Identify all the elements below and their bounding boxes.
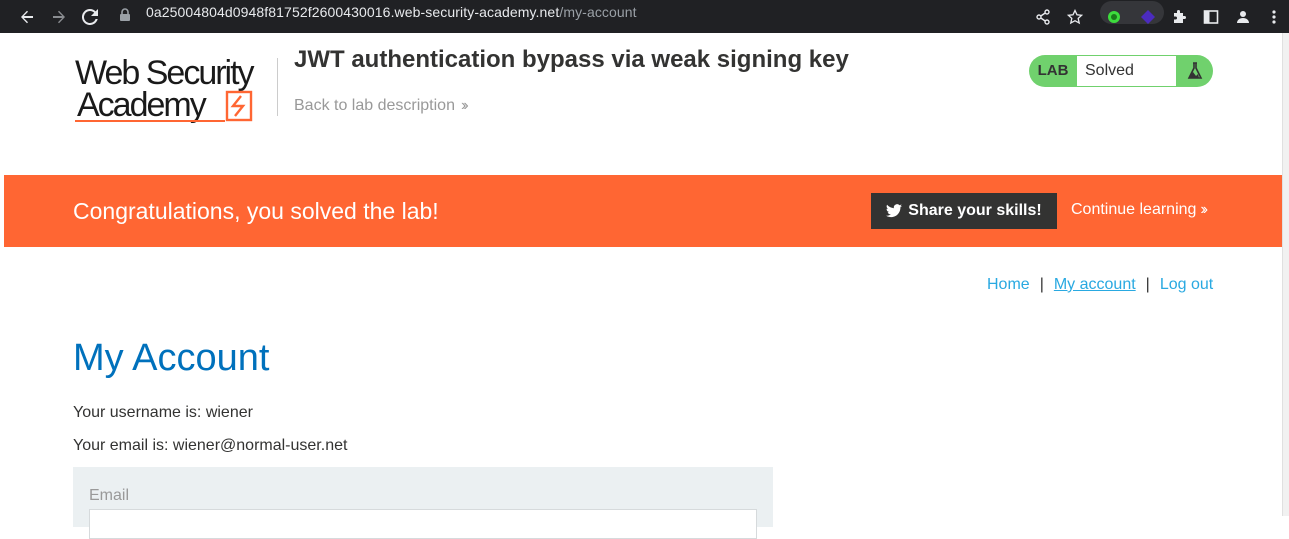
lab-status-badge: LAB Solved xyxy=(1029,55,1213,87)
update-email-form: Email xyxy=(73,467,773,539)
flask-icon xyxy=(1176,55,1213,87)
double-chevron-right-icon: ›› xyxy=(1200,201,1207,218)
logo-divider xyxy=(277,58,278,116)
url-host: 0a25004804d0948f81752f2600430016.web-sec… xyxy=(146,4,560,20)
double-chevron-right-icon: ›› xyxy=(460,97,468,114)
nav-separator: | xyxy=(1039,276,1044,293)
email-label: Email xyxy=(89,487,130,504)
logo-line2: Academy xyxy=(77,86,207,124)
email-info: Your email is: wiener@normal-user.net xyxy=(73,437,348,454)
purple-extension-icon[interactable] xyxy=(1133,0,1163,33)
green-extension-icon[interactable] xyxy=(1099,0,1129,33)
browser-toolbar: 0a25004804d0948f81752f2600430016.web-sec… xyxy=(0,0,1289,33)
home-link[interactable]: Home xyxy=(987,276,1030,293)
forward-arrow-icon[interactable] xyxy=(42,0,75,33)
congratulations-message: Congratulations, you solved the lab! xyxy=(73,198,439,224)
page-title: My Account xyxy=(73,337,270,379)
solved-banner: Congratulations, you solved the lab! Sha… xyxy=(4,175,1282,247)
lab-tag: LAB xyxy=(1037,62,1069,79)
my-account-link[interactable]: My account xyxy=(1054,276,1136,293)
continue-learning-label: Continue learning xyxy=(1071,201,1197,218)
account-nav: Home | My account | Log out xyxy=(987,276,1213,294)
twitter-icon xyxy=(886,204,903,218)
side-panel-icon[interactable] xyxy=(1196,0,1226,33)
profile-icon[interactable] xyxy=(1228,0,1258,33)
share-button-label: Share your skills! xyxy=(908,202,1042,219)
log-out-link[interactable]: Log out xyxy=(1160,276,1213,293)
lock-icon[interactable] xyxy=(119,8,135,24)
email-field[interactable] xyxy=(89,509,757,539)
scrollbar[interactable] xyxy=(1282,33,1289,516)
reload-icon[interactable] xyxy=(73,0,106,33)
address-bar[interactable]: 0a25004804d0948f81752f2600430016.web-sec… xyxy=(146,0,637,33)
nav-separator: | xyxy=(1145,276,1150,293)
web-security-academy-logo[interactable]: Web Security Academy xyxy=(75,54,275,126)
back-to-lab-description-link[interactable]: Back to lab description ›› xyxy=(294,97,468,115)
back-link-label: Back to lab description xyxy=(294,97,455,114)
menu-dots-icon[interactable] xyxy=(1259,0,1289,33)
lab-title: JWT authentication bypass via weak signi… xyxy=(294,46,849,73)
share-your-skills-button[interactable]: Share your skills! xyxy=(871,193,1057,229)
back-arrow-icon[interactable] xyxy=(10,0,43,33)
lab-status-text: Solved xyxy=(1077,56,1176,86)
puzzle-extensions-icon[interactable] xyxy=(1164,0,1194,33)
continue-learning-link[interactable]: Continue learning ›› xyxy=(1071,201,1208,219)
share-icon[interactable] xyxy=(1028,0,1058,33)
url-path: /my-account xyxy=(559,4,637,20)
star-icon[interactable] xyxy=(1060,0,1090,33)
username-info: Your username is: wiener xyxy=(73,404,253,421)
